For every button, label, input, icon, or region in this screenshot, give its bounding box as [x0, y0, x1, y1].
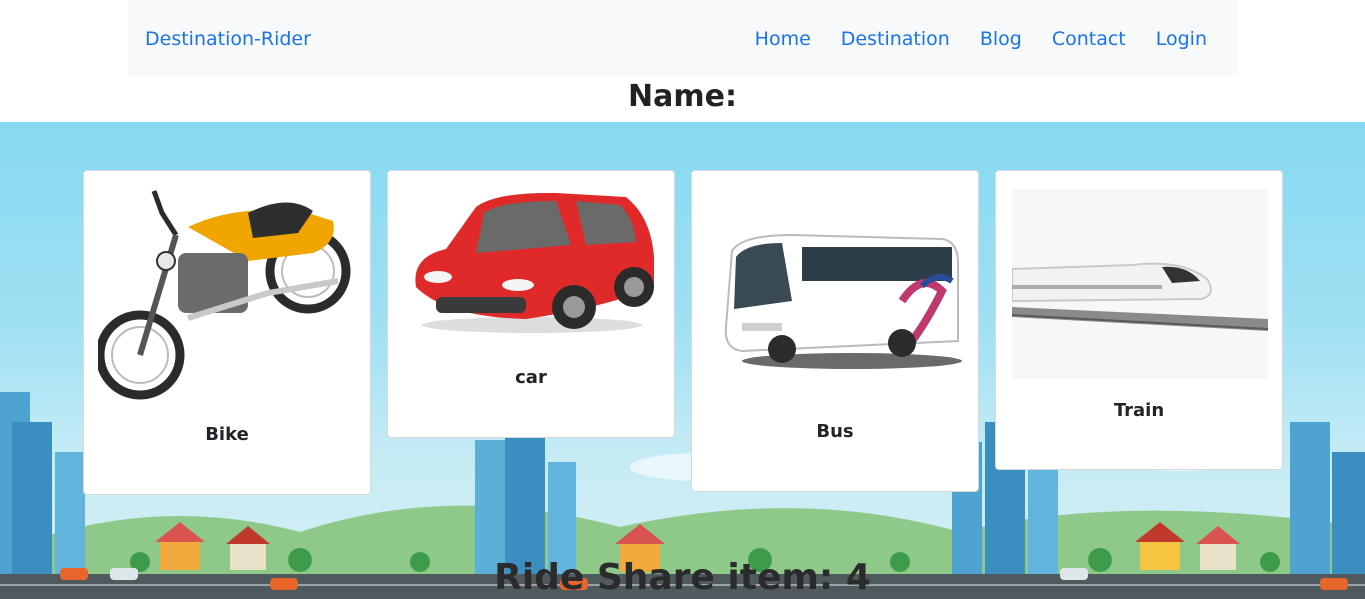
card-label: Bike	[205, 424, 249, 445]
ride-share-count: Ride Share item: 4	[494, 557, 871, 598]
nav-links: Home Destination Blog Contact Login	[725, 27, 1207, 51]
card-train[interactable]: Train	[995, 170, 1283, 470]
card-label: Train	[1113, 400, 1165, 421]
nav-home-link[interactable]: Home	[755, 27, 811, 51]
car-image	[415, 192, 654, 333]
nav-login-link[interactable]: Login	[1156, 27, 1207, 51]
card-bus[interactable]: Bus	[691, 170, 979, 492]
name-heading: Name:	[628, 79, 737, 114]
card-bike[interactable]: Bike	[83, 170, 371, 495]
card-label: Bus	[816, 421, 854, 442]
train-image	[1012, 189, 1268, 379]
card-car[interactable]: car	[387, 170, 675, 438]
card-label: car	[515, 367, 547, 388]
bus-image	[724, 233, 962, 369]
nav-contact-link[interactable]: Contact	[1052, 27, 1126, 51]
nav-blog-link[interactable]: Blog	[980, 27, 1022, 51]
nav-destination-link[interactable]: Destination	[841, 27, 950, 51]
city-background: Bike car Bus Train	[0, 122, 1365, 599]
brand-link[interactable]: Destination-Rider	[145, 27, 311, 51]
motorcycle-image	[98, 190, 351, 400]
navbar: Destination-Rider Home Destination Blog …	[128, 0, 1238, 76]
